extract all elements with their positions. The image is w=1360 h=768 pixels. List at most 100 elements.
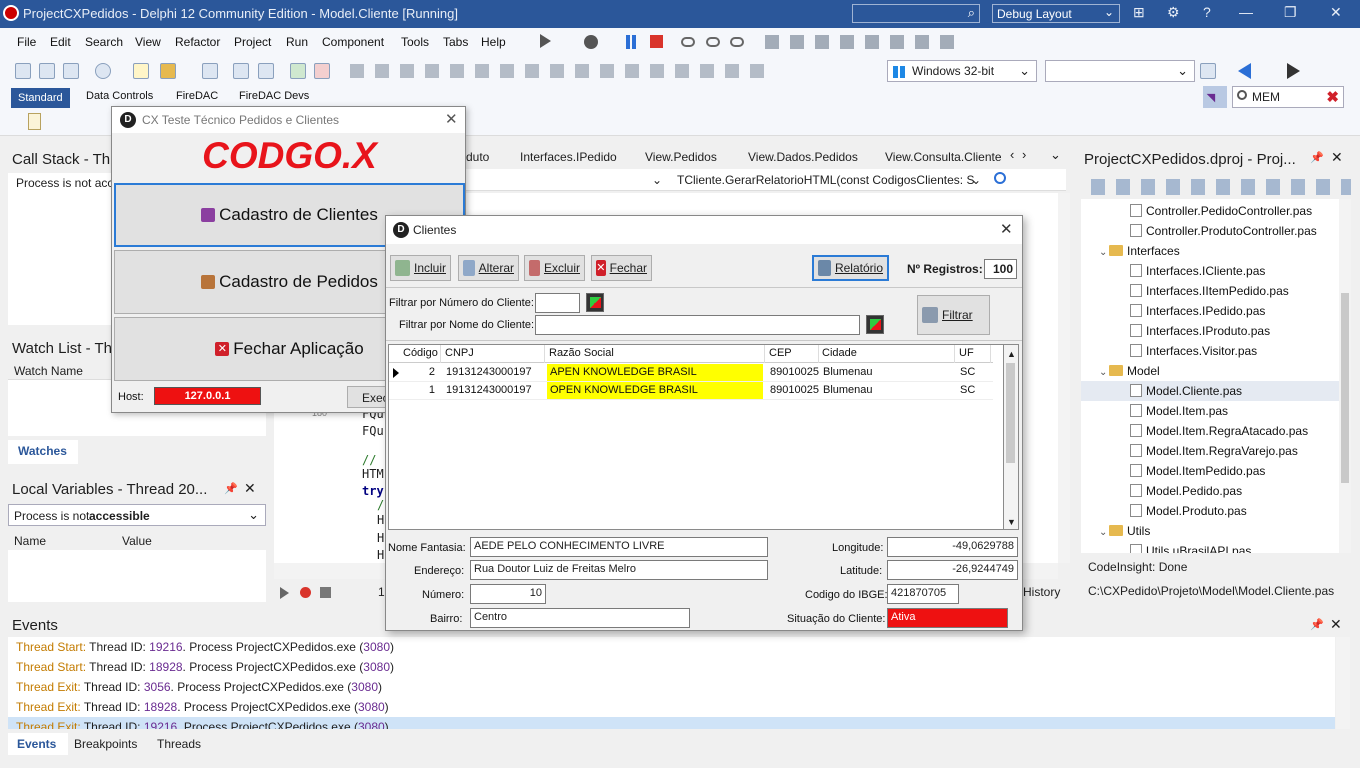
restore-button[interactable]: ❐ xyxy=(1284,4,1297,21)
play-macro-icon[interactable] xyxy=(280,587,289,599)
run-with-debug-icon[interactable] xyxy=(584,35,598,49)
column-separator[interactable] xyxy=(544,345,545,363)
tab-watches[interactable]: Watches xyxy=(8,440,78,464)
new-items-icon[interactable] xyxy=(15,63,31,79)
menu-refactor[interactable]: Refactor xyxy=(175,35,220,49)
editor-tab-view-pedidos[interactable]: View.Pedidos xyxy=(645,150,717,164)
table-row[interactable]: 1 19131243000197 OPEN KNOWLEDGE BRASIL 8901… xyxy=(389,382,993,400)
platform-selector[interactable]: Windows 32-bit ⌄ xyxy=(887,60,1037,82)
project-file-item[interactable]: Model.Produto.pas xyxy=(1081,501,1339,521)
palette-search-input[interactable]: MEM ✖ xyxy=(1232,86,1344,108)
project-toolbar-icons[interactable] xyxy=(1091,179,1351,195)
endereco-field[interactable]: Rua Doutor Luiz de Freitas Melro xyxy=(470,560,768,580)
new-file-icon[interactable] xyxy=(133,63,149,79)
help-icon[interactable]: ? xyxy=(1203,4,1211,20)
grid-scrollbar[interactable]: ▲ ▼ xyxy=(1004,344,1019,530)
pin-icon[interactable]: 📌 xyxy=(1310,151,1324,164)
project-file-item[interactable]: Interfaces.IPedido.pas xyxy=(1081,301,1339,321)
filtro-nome-input[interactable] xyxy=(535,315,860,335)
palette-tab-data-controls[interactable]: Data Controls xyxy=(80,90,159,102)
tab-history[interactable]: History xyxy=(1023,585,1060,599)
longitude-field[interactable]: -49,0629788 xyxy=(887,537,1018,557)
numero-field[interactable]: 10 xyxy=(470,584,546,604)
process-combo[interactable]: Process is not accessible ⌄ xyxy=(8,504,266,526)
col-value[interactable]: Value xyxy=(122,534,152,548)
select-pointer-icon[interactable] xyxy=(1203,86,1227,108)
tab-breakpoints[interactable]: Breakpoints xyxy=(74,737,137,751)
relatorio-button[interactable]: Relatório xyxy=(812,255,889,281)
editor-vertical-scrollbar[interactable] xyxy=(1058,193,1070,563)
excluir-button[interactable]: Excluir xyxy=(524,255,585,281)
editor-tab-produto[interactable]: duto xyxy=(466,150,489,164)
alterar-button[interactable]: Alterar xyxy=(458,255,519,281)
search-icon[interactable] xyxy=(994,172,1006,184)
tab-threads[interactable]: Threads xyxy=(157,737,201,751)
project-file-item[interactable]: Model.Item.RegraVarejo.pas xyxy=(1081,441,1339,461)
record-macro-icon[interactable] xyxy=(300,587,311,598)
event-line[interactable]: Thread Exit: Thread ID: 3056. Process Pr… xyxy=(8,677,1335,697)
close-icon[interactable]: ✕ xyxy=(244,480,256,497)
col-name[interactable]: Name xyxy=(14,534,46,548)
menu-file[interactable]: File xyxy=(17,35,36,49)
filtro-numero-go-icon[interactable] xyxy=(586,293,604,312)
nregistros-field[interactable]: 100 xyxy=(984,259,1017,279)
chevron-left-icon[interactable]: ‹ xyxy=(1010,147,1014,162)
step-over-icon[interactable] xyxy=(681,37,695,47)
palette-tab-standard[interactable]: Standard xyxy=(11,88,70,108)
editor-tab-view-dados-pedidos[interactable]: View.Dados.Pedidos xyxy=(748,150,858,164)
record-macro-icon[interactable] xyxy=(95,63,111,79)
editor-tab-interfaces-ipedido[interactable]: Interfaces.IPedido xyxy=(520,150,617,164)
forward-arrow-icon[interactable] xyxy=(1287,63,1300,79)
pin-icon[interactable]: 📌 xyxy=(224,482,238,495)
chevron-down-icon[interactable]: ⌄ xyxy=(1099,247,1109,258)
pause-icon[interactable] xyxy=(626,35,630,49)
project-file-item[interactable]: Model.ItemPedido.pas xyxy=(1081,461,1339,481)
menu-tabs[interactable]: Tabs xyxy=(443,35,468,49)
project-tree-scrollbar[interactable] xyxy=(1339,199,1351,553)
scrollbar-thumb[interactable] xyxy=(1006,363,1015,463)
save-all-icon[interactable] xyxy=(233,63,249,79)
chevron-down-icon[interactable]: ▼ xyxy=(1007,517,1016,527)
stop-macro-icon[interactable] xyxy=(320,587,331,598)
events-log[interactable]: Thread Start: Thread ID: 19216. Process … xyxy=(8,637,1335,729)
chevron-right-icon[interactable]: › xyxy=(1022,147,1026,162)
bairro-field[interactable]: Centro xyxy=(470,608,690,628)
close-icon[interactable]: ✕ xyxy=(1330,616,1342,633)
project-file-item[interactable]: Controller.ProdutoController.pas xyxy=(1081,221,1339,241)
menu-help[interactable]: Help xyxy=(481,35,506,49)
filtrar-button[interactable]: Filtrar xyxy=(917,295,990,335)
chevron-down-icon[interactable]: ⌄ xyxy=(1050,147,1061,163)
col-razao-social[interactable]: Razão Social xyxy=(549,347,614,359)
project-file-item[interactable]: Interfaces.IItemPedido.pas xyxy=(1081,281,1339,301)
ibge-field[interactable]: 421870705 xyxy=(887,584,959,604)
project-folder-item[interactable]: ⌄ Model xyxy=(1081,361,1339,381)
fantasia-field[interactable]: AEDE PELO CONHECIMENTO LIVRE xyxy=(470,537,768,557)
layout-window-icon[interactable]: ⊞ xyxy=(1133,4,1145,21)
menu-edit[interactable]: Edit xyxy=(50,35,71,49)
clear-search-icon[interactable]: ✖ xyxy=(1326,88,1339,106)
close-icon[interactable]: ✕ xyxy=(1331,149,1343,166)
save-icon[interactable] xyxy=(202,63,218,79)
open-project-icon[interactable] xyxy=(258,63,274,79)
event-line[interactable]: Thread Start: Thread ID: 18928. Process … xyxy=(8,657,1335,677)
chevron-down-icon[interactable]: ⌄ xyxy=(1099,367,1109,378)
project-file-item[interactable]: Model.Item.pas xyxy=(1081,401,1339,421)
local-variables-grid[interactable] xyxy=(8,550,266,602)
menu-tools[interactable]: Tools xyxy=(401,35,429,49)
menu-project[interactable]: Project xyxy=(234,35,271,49)
deploy-icon[interactable] xyxy=(1200,63,1216,79)
event-line[interactable]: Thread Exit: Thread ID: 18928. Process P… xyxy=(8,697,1335,717)
chevron-down-icon[interactable]: ⌄ xyxy=(1099,527,1109,538)
project-file-item[interactable]: Utils.uBrasilAPI.pas xyxy=(1081,541,1339,553)
project-file-item[interactable]: Interfaces.Visitor.pas xyxy=(1081,341,1339,361)
copy-icon[interactable] xyxy=(39,63,55,79)
filtro-numero-input[interactable] xyxy=(535,293,580,313)
configuration-selector[interactable]: ⌄ xyxy=(1045,60,1195,82)
chevron-down-icon[interactable]: ⌄ xyxy=(652,173,662,187)
menu-view[interactable]: View xyxy=(135,35,161,49)
watch-name-column[interactable]: Watch Name xyxy=(14,364,83,378)
trace-into-icon[interactable] xyxy=(706,37,720,47)
menu-search[interactable]: Search xyxy=(85,35,123,49)
menu-run[interactable]: Run xyxy=(286,35,308,49)
column-separator[interactable] xyxy=(954,345,955,363)
